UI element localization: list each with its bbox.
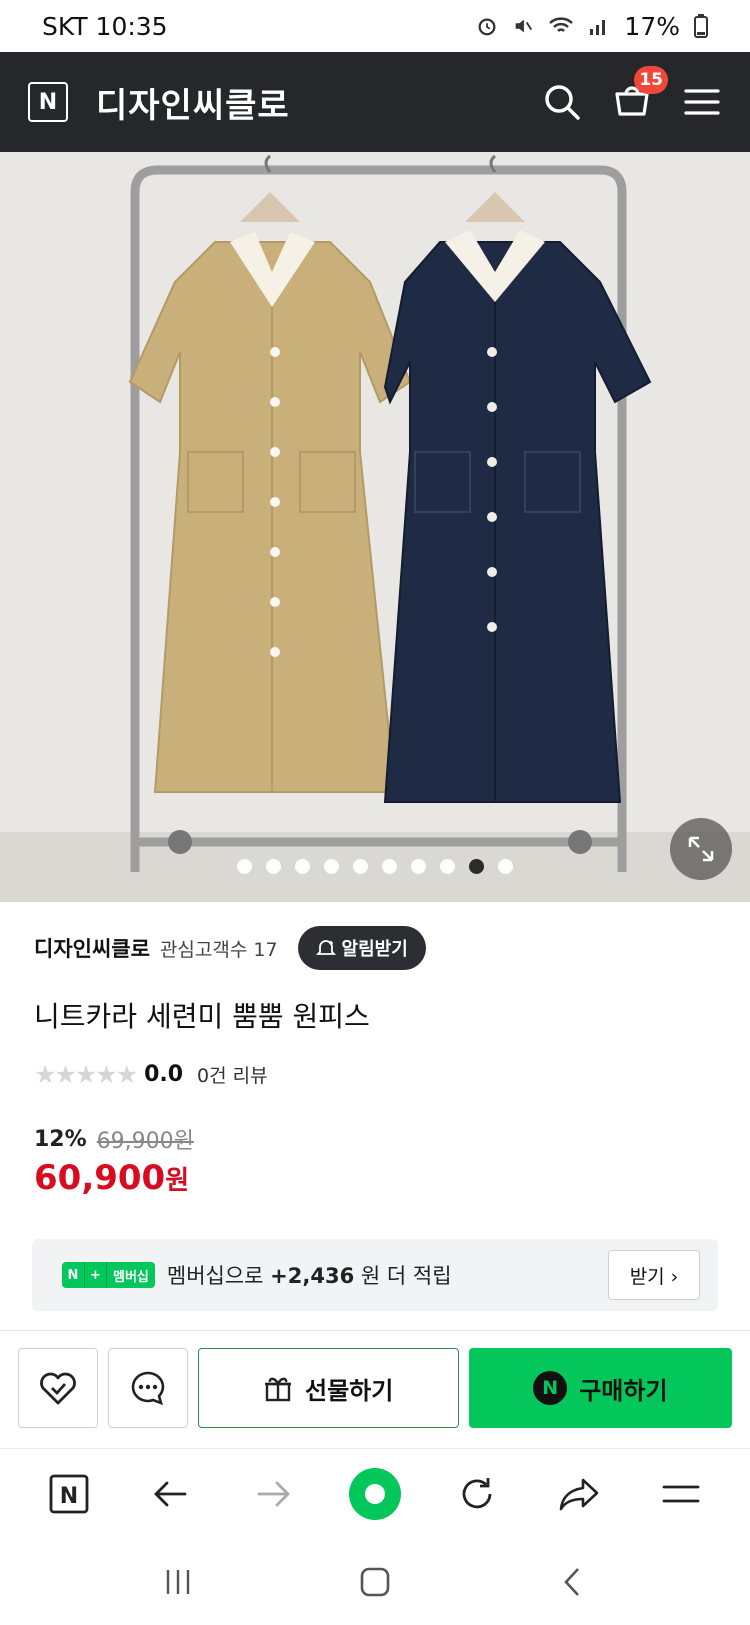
browser-refresh-button[interactable] (447, 1464, 507, 1524)
naver-n-icon: N (49, 1474, 89, 1513)
top-icons: 15 (542, 66, 722, 124)
membership-tag: N + 멤버십 (62, 1262, 155, 1288)
alarm-subscribe-button[interactable]: 알림받기 (297, 926, 426, 970)
sale-price-unit: 원 (165, 1166, 190, 1196)
wifi-icon (549, 17, 574, 32)
alarm-label: 알림받기 (341, 939, 408, 960)
menu-icon[interactable] (682, 82, 722, 122)
store-name[interactable]: 디자인씨클로 (96, 78, 290, 127)
chat-icon (131, 1371, 164, 1406)
product-title: 니트카라 세련미 뿜뿜 원피스 (34, 1000, 370, 1033)
mute-icon (516, 19, 533, 33)
seller-info: 디자인씨클로 관심고객수 17 알림받기 (34, 926, 426, 970)
browser-back-button[interactable] (141, 1464, 201, 1524)
battery-icon (694, 14, 708, 38)
rating-stars: ★★★★★ (34, 1060, 138, 1089)
alarm-icon (478, 18, 496, 36)
status-carrier-time: SKT 10:35 (42, 11, 168, 41)
divider (0, 1330, 750, 1331)
chat-button[interactable] (107, 1348, 188, 1428)
membership-text-prefix: 멤버십으로 (166, 1264, 271, 1288)
carousel-dot[interactable] (324, 859, 339, 874)
svg-text:N: N (60, 1484, 78, 1509)
system-navigation-bar (0, 1538, 750, 1625)
membership-benefit-box: N + 멤버십 멤버십으로 +2,436 원 더 적립 받기 › (32, 1239, 718, 1311)
membership-tag-label: 멤버십 (106, 1262, 155, 1288)
carousel-dot[interactable] (382, 859, 397, 874)
buy-button[interactable]: N 구매하기 (468, 1348, 732, 1428)
gift-button[interactable]: 선물하기 (197, 1348, 459, 1428)
hamburger-icon (662, 1485, 700, 1502)
sale-price-value: 60,900 (34, 1158, 166, 1198)
home-icon[interactable] (357, 1564, 393, 1600)
arrow-right-icon (257, 1481, 290, 1506)
carousel-dots (0, 859, 750, 874)
browser-share-button[interactable] (549, 1464, 609, 1524)
signal-icon (590, 20, 606, 35)
battery-level: 17% (624, 11, 680, 41)
arrow-left-icon (154, 1481, 187, 1506)
gift-label: 선물하기 (304, 1376, 394, 1405)
status-bar: SKT 10:35 17% (0, 0, 750, 52)
membership-text: 멤버십으로 +2,436 원 더 적립 (167, 1260, 452, 1290)
carousel-dot[interactable] (266, 859, 281, 874)
carousel-dot[interactable] (411, 859, 426, 874)
carousel-dot[interactable] (469, 859, 484, 874)
rating-value: 0.0 (144, 1062, 184, 1087)
cart-count-badge: 15 (634, 66, 668, 94)
naver-home-logo[interactable]: N (28, 82, 68, 122)
browser-forward-button[interactable] (243, 1464, 303, 1524)
browser-home-button[interactable]: N (39, 1464, 99, 1524)
search-icon[interactable] (542, 82, 582, 122)
discount-rate: 12% (34, 1126, 87, 1152)
seller-name[interactable]: 디자인씨클로 (34, 933, 150, 963)
heart-check-icon (39, 1372, 76, 1405)
rating-row[interactable]: ★★★★★ 0.0 0건 리뷰 (34, 1060, 268, 1089)
gift-icon (264, 1377, 291, 1402)
carousel-dot[interactable] (498, 859, 513, 874)
naver-pay-logo: N (533, 1371, 568, 1405)
review-count: 0건 리뷰 (197, 1065, 268, 1087)
top-navigation-bar: N 디자인씨클로 15 (0, 52, 750, 152)
browser-toolbar: N (0, 1448, 750, 1538)
discount-row: 12% 69,900원 (34, 1123, 194, 1155)
product-image-carousel[interactable] (0, 152, 750, 902)
seller-fan-count: 관심고객수 17 (159, 938, 278, 961)
carousel-dot[interactable] (237, 859, 252, 874)
expand-icon (688, 836, 714, 862)
browser-menu-button[interactable] (651, 1464, 711, 1524)
share-icon (559, 1478, 599, 1510)
purchase-action-bar: 선물하기 N 구매하기 (0, 1346, 750, 1430)
status-icons: 17% (476, 12, 708, 41)
buy-label: 구매하기 (579, 1376, 668, 1405)
system-back-icon[interactable] (554, 1564, 590, 1600)
green-dot-icon (349, 1467, 401, 1520)
carousel-dot[interactable] (353, 859, 368, 874)
membership-points: +2,436 (270, 1264, 355, 1288)
original-price: 69,900원 (96, 1129, 194, 1154)
bell-plus-icon (315, 940, 336, 955)
cart-button[interactable]: 15 (612, 66, 668, 124)
expand-image-button[interactable] (670, 818, 732, 880)
refresh-icon (462, 1477, 492, 1508)
carousel-dot[interactable] (295, 859, 310, 874)
sale-price: 60,900원 (34, 1158, 189, 1198)
green-dot-button[interactable] (345, 1464, 405, 1524)
membership-tag-n: N (62, 1262, 84, 1288)
membership-text-suffix: 원 더 적립 (360, 1264, 452, 1288)
carousel-dot[interactable] (440, 859, 455, 874)
product-photo (0, 152, 750, 902)
wishlist-button[interactable] (18, 1348, 98, 1428)
receive-points-button[interactable]: 받기 › (608, 1250, 700, 1300)
membership-tag-plus: + (84, 1262, 106, 1288)
recent-apps-icon[interactable] (160, 1564, 196, 1600)
